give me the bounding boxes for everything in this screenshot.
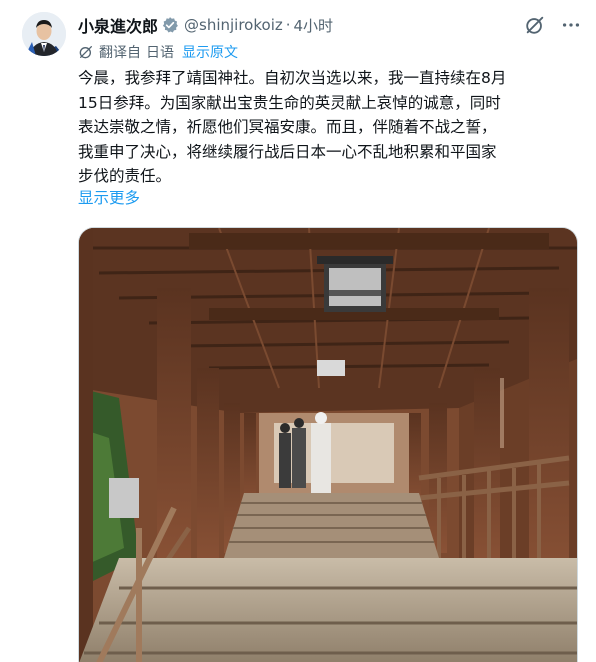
source-language: 日语 [146,45,174,61]
translated-from-label: 翻译自 [99,45,141,61]
show-original-link[interactable]: 显示原文 [182,42,238,62]
author-handle[interactable]: @shinjirokoiz [184,16,283,34]
post-text-line: 我重申了决心，将继续履行战后日本一心不乱地积累和平国家 [78,142,497,161]
post-text-line: 15日参拜。为国家献出宝贵生命的英灵献上哀悼的诚意，同时 [78,93,501,112]
avatar[interactable] [22,12,66,56]
slashed-circle-icon[interactable] [524,14,546,36]
post-timestamp[interactable]: 4小时 [294,15,334,36]
post-header: 小泉進次郎 @shinjirokoiz · 4小时 [78,14,582,36]
post-text-line: 步伐的责任。 [78,167,172,185]
person-avatar-icon [22,12,66,56]
post-text: 今晨，我参拜了靖国神社。自初次当选以来，我一直持续在8月 15日参拜。为国家献出… [78,66,578,189]
show-more-link[interactable]: 显示更多 [78,186,140,210]
post-text-line: 今晨，我参拜了靖国神社。自初次当选以来，我一直持续在8月 [78,69,507,87]
translation-bar: 翻译自 日语 显示原文 [78,42,238,62]
verified-badge-icon[interactable] [161,16,179,34]
post-text-line: 表达崇敬之情，祈愿他们冥福安康。而且，伴随着不战之誓， [78,118,497,136]
separator-dot: · [285,16,291,34]
author-name[interactable]: 小泉進次郎 [78,13,158,37]
translate-icon [78,44,94,60]
header-actions [510,14,582,36]
more-dots-icon[interactable] [560,14,582,36]
post-photo[interactable] [78,227,578,662]
shrine-corridor-photo [79,228,577,662]
